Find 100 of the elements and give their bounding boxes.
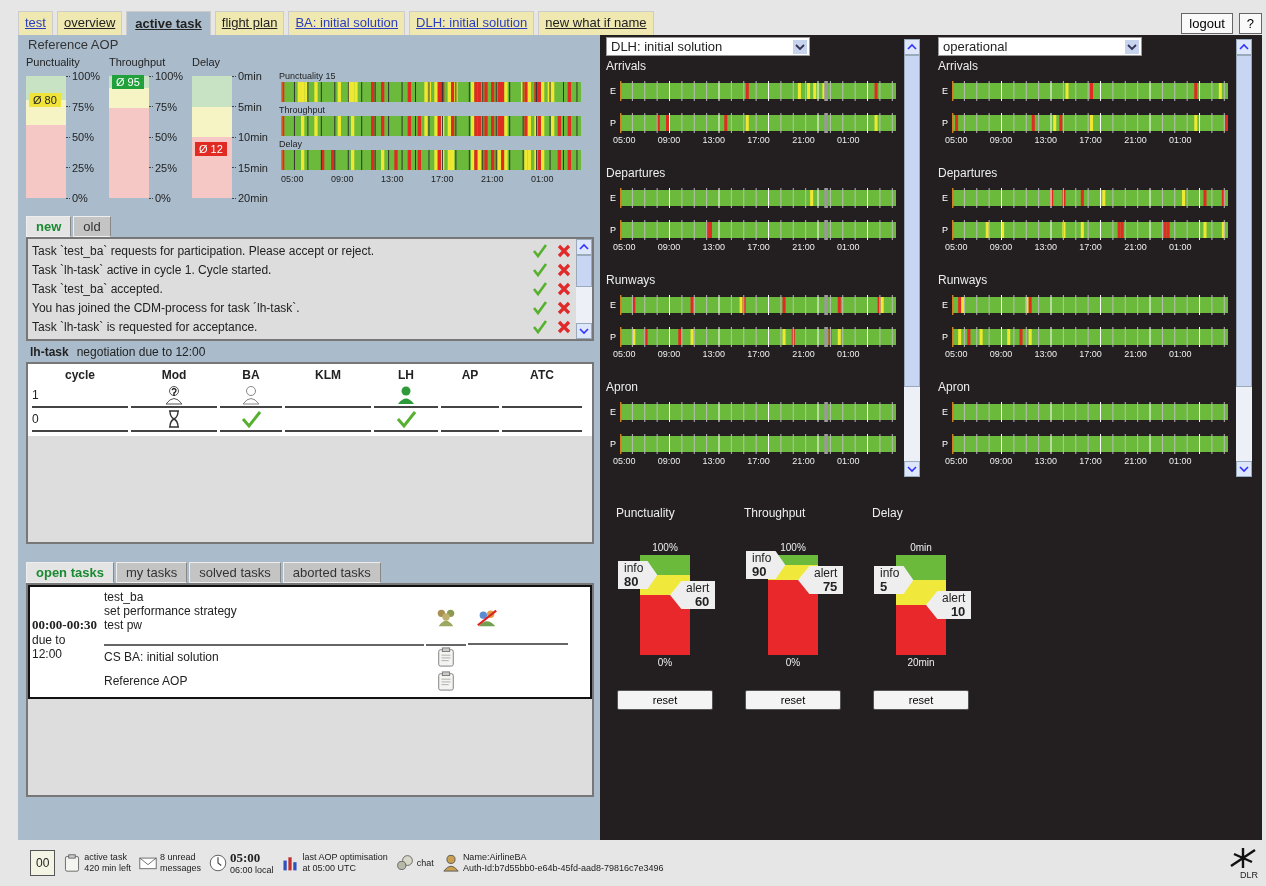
time-label: 13:00: [1034, 349, 1059, 359]
scroll-up-icon[interactable]: [904, 39, 920, 55]
average-badge: Ø 95: [112, 75, 144, 90]
alert-tag[interactable]: alert 60: [670, 581, 716, 609]
clipboard-icon[interactable]: [435, 671, 457, 691]
alert-tag[interactable]: alert 10: [926, 591, 972, 619]
scroll-thumb[interactable]: [1236, 55, 1252, 387]
clipboard-icon[interactable]: [435, 647, 457, 667]
time-label: 09:00: [657, 135, 682, 145]
gauge-label: Punctuality: [26, 56, 81, 68]
accept-icon[interactable]: [532, 261, 548, 278]
average-badge: Ø 80: [29, 93, 61, 108]
question-person-icon[interactable]: [164, 385, 184, 405]
scenario-dropdown[interactable]: DLH: initial solution: [606, 37, 810, 56]
chat-icon[interactable]: [395, 854, 414, 872]
scroll-up-icon[interactable]: [1236, 39, 1252, 55]
group-blocked-icon[interactable]: [476, 607, 498, 627]
message-tab[interactable]: new: [26, 216, 72, 237]
alert-tag[interactable]: alert 75: [798, 566, 844, 594]
scrollbar[interactable]: [904, 39, 920, 477]
caret-icon[interactable]: [1125, 39, 1139, 54]
reset-button[interactable]: reset: [745, 690, 841, 710]
person-icon[interactable]: [241, 385, 261, 405]
reject-icon[interactable]: [556, 261, 572, 278]
section-title: Departures: [606, 166, 667, 180]
scrollbar[interactable]: [576, 239, 592, 339]
time-label: 05:00: [945, 349, 969, 359]
info-tag[interactable]: info 90: [746, 551, 786, 579]
page-tab[interactable]: DLH: initial solution: [409, 11, 535, 35]
caret-icon[interactable]: [793, 39, 807, 54]
time-label: 13:00: [702, 349, 727, 359]
page-tab[interactable]: flight plan: [214, 11, 285, 35]
scroll-down-icon[interactable]: [576, 323, 592, 339]
time-label: 05:00: [613, 135, 637, 145]
clipboard-icon[interactable]: [63, 854, 82, 872]
tick-label: 0min: [238, 70, 262, 82]
scroll-thumb[interactable]: [904, 55, 920, 387]
chart-icon[interactable]: [281, 854, 300, 872]
header-button[interactable]: logout: [1181, 13, 1233, 34]
message-tab[interactable]: old: [73, 216, 111, 237]
section-title: Arrivals: [606, 59, 647, 73]
status-text: 420 min left: [84, 863, 131, 874]
column-header: AP: [460, 367, 480, 384]
task-tab[interactable]: solved tasks: [189, 562, 281, 583]
column-header: KLM: [314, 367, 342, 384]
task-tab[interactable]: aborted tasks: [282, 562, 381, 583]
reject-icon[interactable]: [556, 299, 572, 316]
accept-icon[interactable]: [532, 318, 548, 335]
tick-label: 100%: [72, 70, 101, 82]
scroll-up-icon[interactable]: [576, 239, 592, 255]
scenario-dropdown[interactable]: operational: [938, 37, 1142, 56]
status-text: 06:00 local: [229, 864, 274, 876]
scale-label: 100%: [652, 542, 678, 553]
time-label: 13:00: [1034, 135, 1059, 145]
reject-icon[interactable]: [556, 318, 572, 335]
reject-icon[interactable]: [556, 280, 572, 297]
task-tab[interactable]: my tasks: [115, 562, 188, 583]
header-button[interactable]: ?: [1238, 13, 1262, 34]
accept-icon[interactable]: [532, 280, 548, 297]
scroll-thumb[interactable]: [576, 255, 592, 287]
time-label: 05:00: [945, 242, 969, 252]
info-tag[interactable]: info 80: [618, 561, 658, 589]
time-label: 01:00: [836, 242, 861, 252]
tick-label: 0%: [72, 192, 88, 204]
time-label: 13:00: [381, 174, 405, 184]
row-label: P: [941, 439, 949, 449]
time-label: 09:00: [657, 349, 682, 359]
tick-label: 75%: [155, 100, 178, 113]
logo-icon: [1228, 846, 1258, 870]
page-tab[interactable]: test: [18, 11, 53, 35]
column-header: cycle: [64, 367, 96, 384]
tick-label: 0%: [155, 192, 171, 204]
scale-label: 100%: [780, 542, 806, 553]
reset-button[interactable]: reset: [873, 690, 969, 710]
page-tab[interactable]: BA: initial solution: [288, 11, 406, 35]
scroll-down-icon[interactable]: [1236, 461, 1252, 477]
envelope-icon[interactable]: [138, 854, 157, 872]
reject-icon[interactable]: [556, 242, 572, 259]
group-icon[interactable]: [435, 607, 457, 627]
person-icon[interactable]: [396, 385, 416, 405]
time-label: 17:00: [431, 174, 455, 184]
time-label: 17:00: [1079, 135, 1103, 145]
page-tab[interactable]: overview: [56, 11, 123, 35]
row-label: P: [609, 225, 617, 235]
time-label: 13:00: [702, 242, 727, 252]
time-label: 13:00: [702, 456, 727, 466]
tick-label: 50%: [155, 131, 178, 143]
scroll-down-icon[interactable]: [904, 461, 920, 477]
task-tab[interactable]: open tasks: [26, 562, 114, 583]
accept-icon[interactable]: [532, 299, 548, 316]
page-tab[interactable]: active task: [126, 11, 211, 35]
info-tag[interactable]: info 5: [874, 566, 914, 594]
time-label: 09:00: [989, 349, 1014, 359]
scrollbar[interactable]: [1236, 39, 1252, 477]
due-label: due to: [32, 633, 67, 647]
page-tab[interactable]: new what if name: [538, 11, 654, 35]
accept-icon[interactable]: [532, 242, 548, 259]
person-icon[interactable]: [441, 854, 460, 872]
reset-button[interactable]: reset: [617, 690, 713, 710]
clock-icon[interactable]: [208, 854, 227, 872]
